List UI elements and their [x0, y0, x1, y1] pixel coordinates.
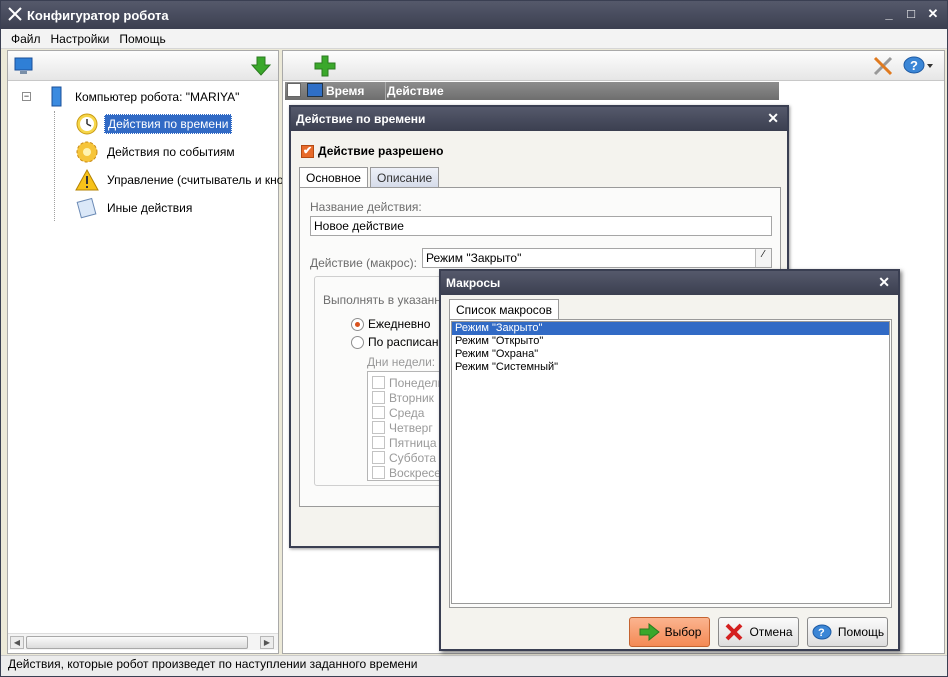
col-action[interactable]: Действие [387, 84, 444, 98]
day-monday[interactable]: Понедельник [372, 375, 446, 390]
dialog-close-button[interactable]: ✕ [767, 110, 779, 127]
arrow-down-icon[interactable] [250, 55, 272, 77]
tab-macro-list[interactable]: Список макросов [449, 299, 559, 320]
calendar-icon [307, 83, 323, 97]
title-bar: Конфигуратор робота _ □ ✕ [1, 1, 947, 29]
tree-pane: − Компьютер робота: "MARIYA" Действия по… [7, 50, 290, 654]
day-thursday[interactable]: Четверг [372, 420, 433, 435]
tab-description[interactable]: Описание [369, 167, 440, 187]
name-input[interactable]: Новое действие [310, 216, 772, 236]
main-window: Конфигуратор робота _ □ ✕ Файл Настройки П… [0, 0, 948, 677]
name-label: Название действия: [310, 200, 422, 214]
scroll-left-button[interactable]: ◀ [10, 636, 24, 649]
col-time[interactable]: Время [326, 84, 364, 98]
menu-bar: Файл Настройки Помощь [1, 29, 947, 49]
maximize-button[interactable]: □ [903, 6, 919, 22]
list-item[interactable]: Режим "Охрана" [452, 348, 889, 361]
tree-item-time-actions[interactable]: Действия по времени [74, 112, 233, 136]
computer-icon[interactable] [13, 55, 35, 77]
tools-icon[interactable] [871, 54, 895, 78]
help-icon[interactable]: ? [903, 54, 933, 78]
tree-item-control[interactable]: Управление (считыватель и кноп [74, 168, 293, 192]
list-item[interactable]: Режим "Закрыто" [452, 322, 889, 335]
check-column-icon[interactable] [287, 83, 301, 97]
macros-dialog: Макросы ✕ Список макросов Режим "Закрыто… [439, 269, 900, 651]
macros-title-bar: Макросы ✕ [441, 271, 898, 295]
arrow-right-icon [639, 623, 660, 641]
help-icon: ? [812, 624, 832, 640]
tools-icon [8, 7, 22, 21]
list-item[interactable]: Режим "Системный" [452, 361, 889, 374]
tree-item-event-actions[interactable]: Действия по событиям [74, 140, 238, 164]
add-icon[interactable] [313, 54, 337, 78]
days-label: Дни недели: [367, 355, 436, 369]
gear-icon [76, 141, 98, 163]
clock-icon [76, 113, 98, 135]
minimize-button[interactable]: _ [881, 6, 897, 22]
radio-daily[interactable]: Ежедневно [351, 317, 430, 331]
cancel-icon [726, 623, 743, 641]
menu-help[interactable]: Помощь [109, 29, 169, 46]
scroll-thumb[interactable] [26, 636, 248, 649]
scroll-right-button[interactable]: ▶ [260, 636, 274, 649]
cancel-button[interactable]: Отмена [718, 617, 799, 647]
tree-expander[interactable]: − [22, 92, 31, 101]
grid-header: Время Действие [285, 82, 779, 100]
select-button[interactable]: Выбор [629, 617, 710, 647]
days-list: Понедельник Вторник Среда Четверг Пятниц… [367, 371, 447, 481]
close-button[interactable]: ✕ [925, 6, 941, 22]
tree-hscrollbar[interactable]: ◀ ▶ [8, 633, 278, 650]
warning-icon [75, 168, 99, 191]
day-wednesday[interactable]: Среда [372, 405, 424, 420]
checkbox-checked-icon[interactable] [301, 144, 314, 158]
help-button[interactable]: ? Помощь [807, 617, 888, 647]
day-sunday[interactable]: Воскресенье [372, 465, 446, 480]
enabled-checkbox[interactable]: Действие разрешено [301, 144, 443, 158]
computer-icon [51, 86, 62, 107]
dialog-title-bar: Действие по времени ✕ [291, 107, 787, 131]
svg-text:?: ? [910, 58, 918, 73]
macros-close-button[interactable]: ✕ [878, 274, 890, 291]
day-tuesday[interactable]: Вторник [372, 390, 434, 405]
menu-settings[interactable]: Настройки [41, 29, 114, 46]
browse-button[interactable]: ⁄ [755, 249, 771, 267]
left-toolbar [8, 51, 278, 81]
tab-main[interactable]: Основное [299, 167, 368, 188]
group-label: Выполнять в указанное [323, 293, 455, 307]
day-saturday[interactable]: Суббота [372, 450, 436, 465]
list-item[interactable]: Режим "Открыто" [452, 335, 889, 348]
right-toolbar: ? [283, 51, 944, 81]
status-bar: Действия, которые робот произведет по на… [1, 655, 947, 676]
tree-item-other[interactable]: Иные действия [74, 196, 195, 220]
svg-text:?: ? [818, 627, 825, 639]
day-friday[interactable]: Пятница [372, 435, 437, 450]
macro-listbox: Режим "Закрыто" Режим "Открыто" Режим "О… [451, 321, 890, 604]
macro-label: Действие (макрос): [310, 256, 417, 270]
macro-input[interactable]: Режим "Закрыто" [422, 248, 772, 268]
window-title: Конфигуратор робота [27, 8, 169, 23]
menu-file[interactable]: Файл [1, 29, 45, 46]
note-icon [76, 197, 97, 219]
tree-root[interactable]: Компьютер робота: "MARIYA" [48, 85, 242, 109]
